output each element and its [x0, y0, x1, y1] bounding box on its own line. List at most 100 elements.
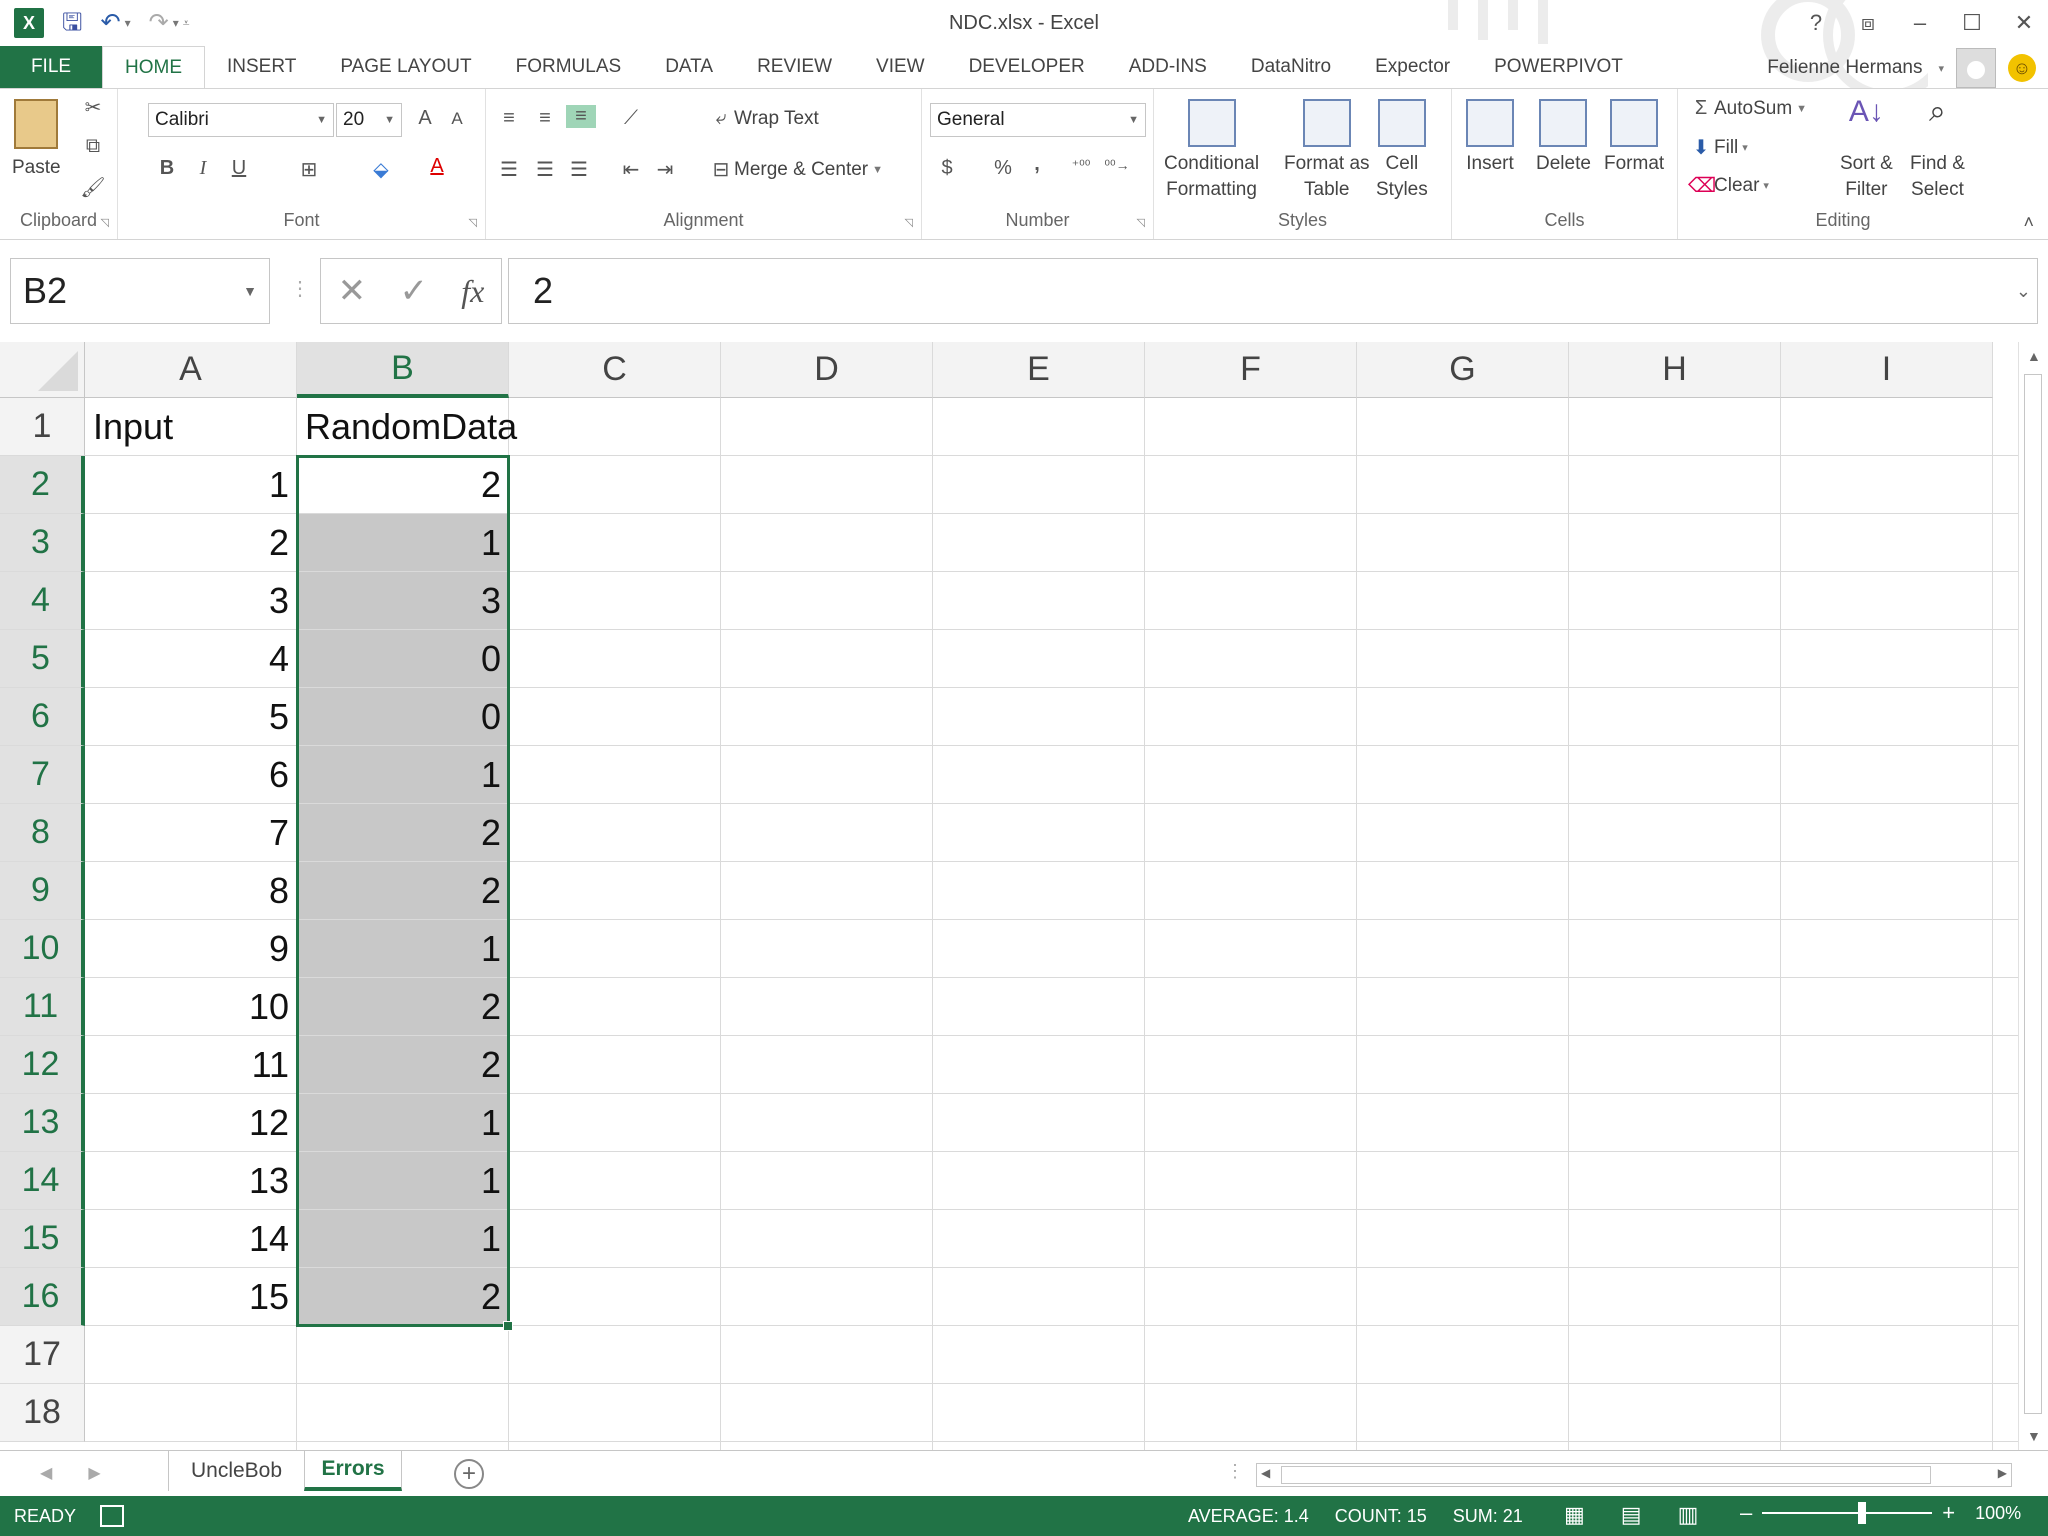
clear-button[interactable]: ⌫ Clear ▾: [1688, 173, 1769, 198]
cell-b13[interactable]: 1: [297, 1094, 509, 1152]
cell-a11[interactable]: 10: [85, 978, 297, 1036]
cell-a12[interactable]: 11: [85, 1036, 297, 1094]
cell-b4[interactable]: 3: [297, 572, 509, 630]
column-header-i[interactable]: I: [1781, 342, 1993, 398]
tab-review[interactable]: REVIEW: [735, 46, 854, 88]
undo-icon[interactable]: ↶: [100, 11, 120, 35]
tab-expector[interactable]: Expector: [1353, 46, 1472, 88]
zoom-out-icon[interactable]: –: [1740, 1500, 1752, 1526]
insert-function-icon[interactable]: fx: [461, 273, 484, 310]
font-color-icon[interactable]: A: [424, 155, 450, 178]
number-format-select[interactable]: General ▼: [930, 103, 1146, 137]
column-header-f[interactable]: F: [1145, 342, 1357, 398]
minimize-icon[interactable]: –: [1908, 10, 1932, 36]
feedback-smiley-icon[interactable]: ☺: [2008, 54, 2036, 82]
maximize-icon[interactable]: ☐: [1960, 10, 1984, 36]
tab-file[interactable]: FILE: [0, 46, 102, 88]
cell-b2[interactable]: 2: [297, 456, 509, 514]
cell-b7[interactable]: 1: [297, 746, 509, 804]
expand-formula-icon[interactable]: ⌄: [2016, 281, 2031, 302]
cell-a1[interactable]: Input: [85, 398, 297, 456]
align-right-icon[interactable]: ☰: [566, 157, 592, 182]
cell-a14[interactable]: 13: [85, 1152, 297, 1210]
wrap-text-button[interactable]: ⤶ Wrap Text: [708, 107, 818, 130]
status-stats[interactable]: AVERAGE: 1.4 COUNT: 15 SUM: 21: [1188, 1506, 1523, 1527]
increase-decimal-icon[interactable]: ⁺⁰⁰: [1068, 157, 1094, 174]
fill-color-icon[interactable]: ⬙: [368, 157, 394, 182]
column-header-e[interactable]: E: [933, 342, 1145, 398]
customize-qat-icon[interactable]: ⩡: [183, 16, 190, 31]
cell-a7[interactable]: 6: [85, 746, 297, 804]
delete-cells-button[interactable]: Delete: [1536, 99, 1591, 177]
font-size-select[interactable]: 20 ▼: [336, 103, 402, 137]
copy-icon[interactable]: ⧉: [80, 135, 106, 158]
worksheet-grid[interactable]: A B C D E F G H I 1 2 3 4 5 6 7 8 9 10 11 12 13 14 15 16 17 18 Inpu…: [0, 342, 2018, 1450]
cell-b3[interactable]: 1: [297, 514, 509, 572]
cell-a4[interactable]: 3: [85, 572, 297, 630]
cell-styles-button[interactable]: Cell Styles: [1376, 99, 1428, 203]
sheet-tab-unclebob[interactable]: UncleBob: [168, 1451, 304, 1491]
normal-view-icon[interactable]: ▦: [1564, 1502, 1585, 1528]
redo-icon[interactable]: ↷: [149, 11, 169, 35]
cancel-icon[interactable]: ✕: [338, 271, 367, 311]
horizontal-scrollbar[interactable]: ◀ ▶: [1256, 1463, 2012, 1487]
sheet-tab-errors[interactable]: Errors: [304, 1451, 402, 1491]
page-break-view-icon[interactable]: ▥: [1678, 1502, 1699, 1528]
conditional-formatting-button[interactable]: Conditional Formatting: [1164, 99, 1259, 203]
avatar[interactable]: [1956, 48, 1996, 88]
cut-icon[interactable]: ✂: [80, 95, 106, 120]
zoom-slider[interactable]: [1762, 1502, 1933, 1524]
chevron-down-icon[interactable]: ▾: [1938, 62, 1944, 75]
comma-button[interactable]: ,: [1024, 153, 1050, 176]
tab-powerpivot[interactable]: POWERPIVOT: [1472, 46, 1645, 88]
row-header-10[interactable]: 10: [0, 920, 85, 978]
zoom-in-icon[interactable]: +: [1942, 1500, 1955, 1526]
tab-formulas[interactable]: FORMULAS: [494, 46, 644, 88]
increase-indent-icon[interactable]: ⇥: [652, 157, 678, 182]
column-header-c[interactable]: C: [509, 342, 721, 398]
formula-input[interactable]: 2 ⌄: [508, 258, 2038, 324]
merge-center-button[interactable]: ⊟ Merge & Center ▼: [708, 157, 883, 182]
row-header-11[interactable]: 11: [0, 978, 85, 1036]
sort-filter-button[interactable]: A↓ Sort & Filter: [1840, 97, 1893, 203]
row-header-6[interactable]: 6: [0, 688, 85, 746]
cell-a5[interactable]: 4: [85, 630, 297, 688]
row-header-18[interactable]: 18: [0, 1384, 85, 1442]
clipboard-launcher-icon[interactable]: ◹: [101, 216, 109, 229]
tab-datanitro[interactable]: DataNitro: [1229, 46, 1353, 88]
scroll-thumb[interactable]: [2024, 374, 2042, 1414]
borders-icon[interactable]: ⊞: [296, 157, 322, 182]
cell-a2[interactable]: 1: [85, 456, 297, 514]
row-header-8[interactable]: 8: [0, 804, 85, 862]
italic-button[interactable]: I: [190, 157, 216, 180]
font-launcher-icon[interactable]: ◹: [469, 216, 477, 229]
help-icon[interactable]: ?: [1804, 10, 1828, 36]
collapse-ribbon-icon[interactable]: ˄: [2023, 212, 2034, 233]
row-header-5[interactable]: 5: [0, 630, 85, 688]
close-icon[interactable]: ✕: [2012, 10, 2036, 36]
row-header-17[interactable]: 17: [0, 1326, 85, 1384]
percent-button[interactable]: %: [990, 157, 1016, 180]
cell-a3[interactable]: 2: [85, 514, 297, 572]
enter-icon[interactable]: ✓: [399, 271, 428, 311]
middle-align-icon[interactable]: ≡: [532, 107, 558, 130]
user-name[interactable]: Felienne Hermans: [1767, 57, 1922, 79]
column-header-b[interactable]: B: [297, 342, 509, 398]
column-header-g[interactable]: G: [1357, 342, 1569, 398]
font-name-select[interactable]: Calibri ▼: [148, 103, 334, 137]
row-header-9[interactable]: 9: [0, 862, 85, 920]
orientation-icon[interactable]: ⟋: [618, 107, 644, 130]
row-header-7[interactable]: 7: [0, 746, 85, 804]
column-header-a[interactable]: A: [85, 342, 297, 398]
add-sheet-icon[interactable]: +: [454, 1459, 484, 1489]
macro-record-icon[interactable]: [100, 1505, 124, 1527]
number-launcher-icon[interactable]: ◹: [1137, 216, 1145, 229]
row-header-14[interactable]: 14: [0, 1152, 85, 1210]
undo-dropdown-icon[interactable]: ▾: [125, 16, 131, 30]
scroll-right-icon[interactable]: ▶: [1998, 1466, 2007, 1480]
tab-add-ins[interactable]: ADD-INS: [1107, 46, 1229, 88]
cell-b6[interactable]: 0: [297, 688, 509, 746]
bold-button[interactable]: B: [154, 157, 180, 180]
cell-a16[interactable]: 15: [85, 1268, 297, 1326]
tab-insert[interactable]: INSERT: [205, 46, 318, 88]
